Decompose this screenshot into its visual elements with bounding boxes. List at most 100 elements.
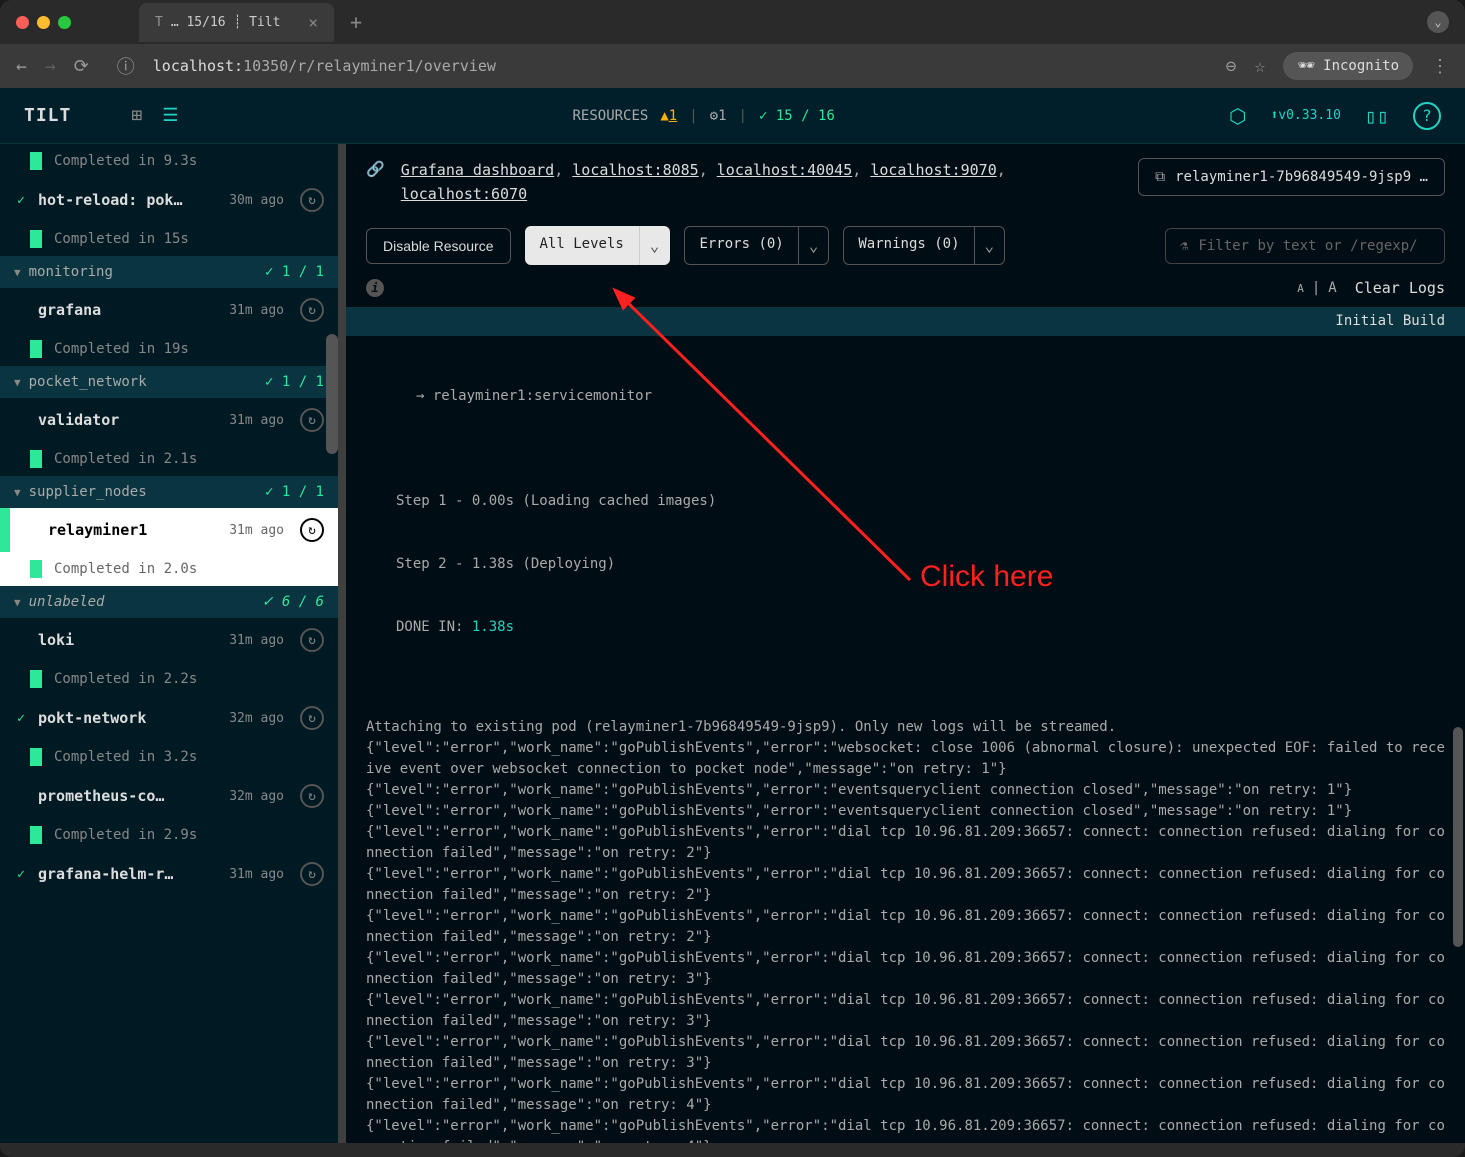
endpoint-link[interactable]: localhost:9070 [870, 161, 996, 179]
refresh-icon[interactable]: ↻ [300, 408, 324, 432]
site-info-icon[interactable]: ⓘ [117, 53, 135, 79]
sidebar-resource-item[interactable]: relayminer1 31m ago ↻ [0, 508, 338, 552]
sidebar-resource-item[interactable]: validator31m ago↻ [0, 398, 338, 442]
chevron-down-icon: ▼ [14, 486, 21, 499]
resource-status-line: Completed in 2.1s [0, 442, 338, 476]
resource-name: pokt-network [38, 709, 219, 727]
status-icon [14, 413, 28, 427]
browser-tab[interactable]: T … 15/16 ┊ Tilt × [139, 3, 334, 42]
list-view-icon[interactable]: ☰ [162, 105, 178, 126]
info-icon[interactable]: i [366, 279, 384, 297]
url-bar: ← → ⟳ ⓘ localhost:10350/r/relayminer1/ov… [0, 44, 1465, 88]
sidebar-resource-item[interactable]: loki31m ago↻ [0, 618, 338, 662]
close-window-button[interactable] [16, 16, 29, 29]
tilt-logo[interactable]: TILT [24, 105, 71, 126]
log-filter-input[interactable]: ⚗ Filter by text or /regexp/ [1165, 228, 1445, 264]
tabs-menu-button[interactable]: ⌄ [1427, 11, 1449, 33]
sidebar-resource-item[interactable]: ✓pokt-network32m ago↻ [0, 696, 338, 740]
bookmark-icon[interactable]: ☆ [1255, 56, 1266, 77]
resource-age: 31m ago [229, 523, 284, 538]
resource-age: 31m ago [229, 303, 284, 318]
resources-label: RESOURCES [572, 108, 648, 124]
chevron-down-icon: ▼ [14, 266, 21, 279]
disable-resource-button[interactable]: Disable Resource [366, 228, 511, 264]
grid-view-icon[interactable]: ⊞ [131, 105, 142, 126]
browser-menu-icon[interactable]: ⋮ [1431, 56, 1449, 77]
link-icon: 🔗 [366, 160, 385, 178]
copy-icon: ⧉ [1155, 169, 1165, 185]
tab-favicon: T [155, 15, 163, 30]
log-level-filter[interactable]: All Levels ⌄ [525, 226, 671, 265]
font-smaller-button[interactable]: A [1297, 282, 1304, 295]
window-controls [16, 16, 71, 29]
version-label[interactable]: ⬆v0.33.10 [1270, 108, 1340, 123]
resource-status-line: Completed in 2.2s [0, 662, 338, 696]
incognito-badge[interactable]: 🕶 Incognito [1283, 52, 1413, 80]
log-controls: Disable Resource All Levels ⌄ Errors (0)… [346, 220, 1465, 275]
snapshot-icon[interactable]: ▯▯ [1365, 104, 1389, 128]
resource-name: loki [38, 631, 219, 649]
endpoint-link[interactable]: localhost:8085 [572, 161, 698, 179]
sidebar: Completed in 9.3s ✓hot-reload: pok…30m a… [0, 144, 346, 1143]
clear-logs-button[interactable]: Clear Logs [1355, 279, 1445, 297]
sidebar-group-header[interactable]: ▼supplier_nodes✓ 1 / 1 [0, 476, 338, 508]
resource-status-line: Completed in 3.2s [0, 740, 338, 774]
zoom-icon[interactable]: ⊖ [1226, 56, 1237, 77]
nav-forward-icon[interactable]: → [45, 56, 56, 77]
cluster-icon[interactable]: ⬡ [1229, 104, 1246, 128]
chevron-down-icon[interactable]: ⌄ [639, 226, 671, 265]
log-line: {"level":"error","work_name":"goPublishE… [366, 906, 1445, 948]
endpoint-link[interactable]: Grafana dashboard [401, 161, 555, 179]
help-icon[interactable]: ? [1413, 102, 1441, 130]
sidebar-resource-item[interactable]: ✓hot-reload: pok…30m ago↻ [0, 178, 338, 222]
endpoint-link[interactable]: localhost:40045 [717, 161, 852, 179]
tab-close-icon[interactable]: × [308, 13, 318, 32]
errors-filter[interactable]: Errors (0) ⌄ [684, 226, 829, 265]
nav-back-icon[interactable]: ← [16, 56, 27, 77]
log-line: {"level":"error","work_name":"goPublishE… [366, 1116, 1445, 1143]
log-line: {"level":"error","work_name":"goPublishE… [366, 801, 1445, 822]
log-line: Attaching to existing pod (relayminer1-7… [366, 717, 1445, 738]
resource-name: relayminer1 [48, 521, 219, 539]
titlebar: T … 15/16 ┊ Tilt × + ⌄ [0, 0, 1465, 44]
font-size-controls: A | A [1297, 280, 1337, 296]
log-scrollbar[interactable] [1453, 727, 1463, 947]
log-line: {"level":"error","work_name":"goPublishE… [366, 780, 1445, 801]
font-larger-button[interactable]: A [1328, 280, 1336, 296]
chevron-down-icon: ▼ [14, 376, 21, 389]
sidebar-resource-item[interactable]: ✓grafana-helm-r…31m ago↻ [0, 852, 338, 896]
maximize-window-button[interactable] [58, 16, 71, 29]
healthy-count[interactable]: ✓ 15 / 16 [759, 108, 835, 124]
nav-reload-icon[interactable]: ⟳ [74, 56, 89, 77]
refresh-icon[interactable]: ↻ [300, 706, 324, 730]
minimize-window-button[interactable] [37, 16, 50, 29]
resource-age: 32m ago [229, 789, 284, 804]
warnings-filter[interactable]: Warnings (0) ⌄ [843, 226, 1005, 265]
refresh-icon[interactable]: ↻ [300, 518, 324, 542]
new-tab-button[interactable]: + [350, 10, 362, 34]
sidebar-resource-item[interactable]: prometheus-co… 32m ago ↻ [0, 774, 338, 818]
annotation-label: Click here [920, 560, 1053, 594]
refresh-icon[interactable]: ↻ [300, 188, 324, 212]
sidebar-resource-item[interactable]: grafana31m ago↻ [0, 288, 338, 332]
pod-name-chip[interactable]: ⧉ relayminer1-7b96849549-9jsp9 … [1138, 158, 1445, 196]
content: 🔗 Grafana dashboard, localhost:8085, loc… [346, 144, 1465, 1143]
sidebar-group-header[interactable]: ▼unlabeled✓ 6 / 6 [0, 586, 338, 618]
log-viewer[interactable]: Initial Build → relayminer1:servicemonit… [346, 307, 1465, 1143]
gear-count[interactable]: ⚙1 [710, 108, 727, 124]
refresh-icon[interactable]: ↻ [300, 862, 324, 886]
chevron-down-icon[interactable]: ⌄ [975, 226, 1006, 265]
resource-age: 31m ago [229, 867, 284, 882]
resource-name: hot-reload: pok… [38, 191, 219, 209]
refresh-icon[interactable]: ↻ [300, 298, 324, 322]
chevron-down-icon[interactable]: ⌄ [799, 226, 830, 265]
sidebar-group-header[interactable]: ▼pocket_network✓ 1 / 1 [0, 366, 338, 398]
refresh-icon[interactable]: ↻ [300, 628, 324, 652]
refresh-icon[interactable]: ↻ [300, 784, 324, 808]
resource-endpoints: Grafana dashboard, localhost:8085, local… [401, 158, 1122, 206]
sidebar-group-header[interactable]: ▼monitoring✓ 1 / 1 [0, 256, 338, 288]
resource-name: prometheus-co… [38, 787, 219, 805]
endpoint-link[interactable]: localhost:6070 [401, 185, 527, 203]
warning-count[interactable]: ▲1 [660, 108, 677, 124]
url-display[interactable]: localhost:10350/r/relayminer1/overview [153, 57, 1208, 75]
